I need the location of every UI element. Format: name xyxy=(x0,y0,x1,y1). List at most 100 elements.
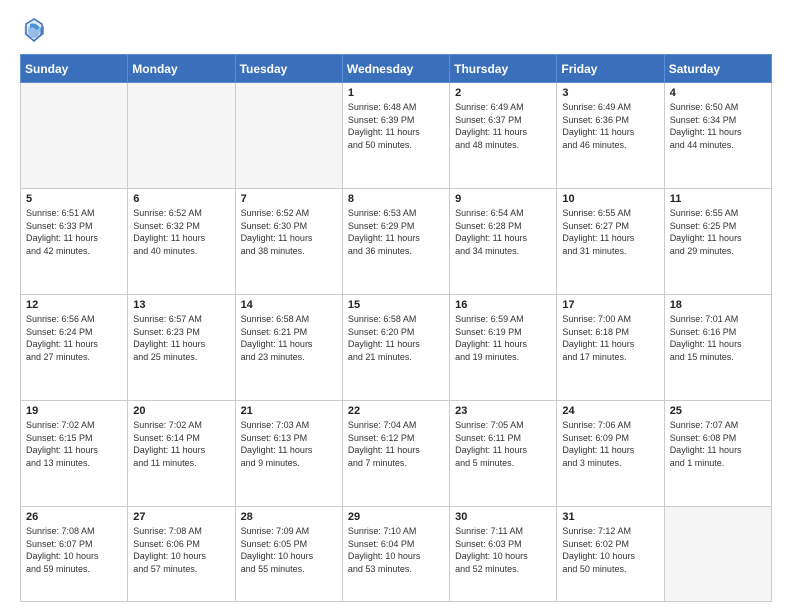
day-number: 10 xyxy=(562,193,658,205)
day-number: 26 xyxy=(26,511,122,523)
day-number: 16 xyxy=(455,299,551,311)
day-number: 17 xyxy=(562,299,658,311)
day-number: 5 xyxy=(26,193,122,205)
calendar-cell: 15 Sunrise: 6:58 AMSunset: 6:20 PMDayligh… xyxy=(342,295,449,401)
calendar-cell: 4 Sunrise: 6:50 AMSunset: 6:34 PMDaylight… xyxy=(664,83,771,189)
calendar-cell: 26 Sunrise: 7:08 AMSunset: 6:07 PMDayligh… xyxy=(21,507,128,602)
day-info: Sunrise: 6:48 AMSunset: 6:39 PMDaylight:… xyxy=(348,101,444,151)
weekday-header-wednesday: Wednesday xyxy=(342,55,449,83)
day-number: 15 xyxy=(348,299,444,311)
weekday-header-thursday: Thursday xyxy=(450,55,557,83)
calendar-cell: 27 Sunrise: 7:08 AMSunset: 6:06 PMDayligh… xyxy=(128,507,235,602)
calendar-cell: 7 Sunrise: 6:52 AMSunset: 6:30 PMDaylight… xyxy=(235,189,342,295)
day-number: 7 xyxy=(241,193,337,205)
day-info: Sunrise: 6:50 AMSunset: 6:34 PMDaylight:… xyxy=(670,101,766,151)
weekday-header-sunday: Sunday xyxy=(21,55,128,83)
logo-icon xyxy=(20,16,48,44)
logo xyxy=(20,16,52,44)
calendar-cell: 9 Sunrise: 6:54 AMSunset: 6:28 PMDaylight… xyxy=(450,189,557,295)
week-row-4: 19 Sunrise: 7:02 AMSunset: 6:15 PMDayligh… xyxy=(21,401,772,507)
day-number: 3 xyxy=(562,87,658,99)
calendar-cell: 16 Sunrise: 6:59 AMSunset: 6:19 PMDayligh… xyxy=(450,295,557,401)
day-number: 6 xyxy=(133,193,229,205)
calendar-cell xyxy=(21,83,128,189)
day-info: Sunrise: 6:58 AMSunset: 6:20 PMDaylight:… xyxy=(348,313,444,363)
calendar-cell: 5 Sunrise: 6:51 AMSunset: 6:33 PMDaylight… xyxy=(21,189,128,295)
day-info: Sunrise: 7:07 AMSunset: 6:08 PMDaylight:… xyxy=(670,419,766,469)
day-info: Sunrise: 7:02 AMSunset: 6:14 PMDaylight:… xyxy=(133,419,229,469)
day-number: 28 xyxy=(241,511,337,523)
day-number: 24 xyxy=(562,405,658,417)
header xyxy=(20,16,772,44)
day-number: 12 xyxy=(26,299,122,311)
calendar-cell xyxy=(664,507,771,602)
calendar-cell: 25Sunrise: 7:07 AMSunset: 6:08 PMDayligh… xyxy=(664,401,771,507)
day-number: 19 xyxy=(26,405,122,417)
day-number: 11 xyxy=(670,193,766,205)
day-info: Sunrise: 6:49 AMSunset: 6:36 PMDaylight:… xyxy=(562,101,658,151)
calendar-cell: 2Sunrise: 6:49 AMSunset: 6:37 PMDaylight… xyxy=(450,83,557,189)
calendar-cell: 28Sunrise: 7:09 AMSunset: 6:05 PMDayligh… xyxy=(235,507,342,602)
day-number: 18 xyxy=(670,299,766,311)
calendar-cell: 19 Sunrise: 7:02 AMSunset: 6:15 PMDayligh… xyxy=(21,401,128,507)
day-info: Sunrise: 7:04 AMSunset: 6:12 PMDaylight:… xyxy=(348,419,444,469)
day-number: 23 xyxy=(455,405,551,417)
day-number: 8 xyxy=(348,193,444,205)
calendar-cell: 23 Sunrise: 7:05 AMSunset: 6:11 PMDayligh… xyxy=(450,401,557,507)
day-number: 1 xyxy=(348,87,444,99)
day-info: Sunrise: 7:08 AMSunset: 6:06 PMDaylight:… xyxy=(133,525,229,575)
calendar: SundayMondayTuesdayWednesdayThursdayFrid… xyxy=(20,54,772,602)
day-info: Sunrise: 7:03 AMSunset: 6:13 PMDaylight:… xyxy=(241,419,337,469)
day-info: Sunrise: 6:59 AMSunset: 6:19 PMDaylight:… xyxy=(455,313,551,363)
calendar-cell: 17 Sunrise: 7:00 AMSunset: 6:18 PMDayligh… xyxy=(557,295,664,401)
calendar-cell: 18 Sunrise: 7:01 AMSunset: 6:16 PMDayligh… xyxy=(664,295,771,401)
calendar-cell: 13Sunrise: 6:57 AMSunset: 6:23 PMDayligh… xyxy=(128,295,235,401)
day-info: Sunrise: 6:56 AMSunset: 6:24 PMDaylight:… xyxy=(26,313,122,363)
day-number: 13 xyxy=(133,299,229,311)
day-number: 4 xyxy=(670,87,766,99)
day-info: Sunrise: 6:52 AMSunset: 6:30 PMDaylight:… xyxy=(241,207,337,257)
day-number: 22 xyxy=(348,405,444,417)
week-row-1: 1 Sunrise: 6:48 AMSunset: 6:39 PMDaylight… xyxy=(21,83,772,189)
day-info: Sunrise: 7:00 AMSunset: 6:18 PMDaylight:… xyxy=(562,313,658,363)
calendar-cell: 6 Sunrise: 6:52 AMSunset: 6:32 PMDaylight… xyxy=(128,189,235,295)
weekday-header-friday: Friday xyxy=(557,55,664,83)
calendar-cell: 1 Sunrise: 6:48 AMSunset: 6:39 PMDaylight… xyxy=(342,83,449,189)
day-info: Sunrise: 7:01 AMSunset: 6:16 PMDaylight:… xyxy=(670,313,766,363)
day-info: Sunrise: 6:54 AMSunset: 6:28 PMDaylight:… xyxy=(455,207,551,257)
day-info: Sunrise: 7:02 AMSunset: 6:15 PMDaylight:… xyxy=(26,419,122,469)
page: SundayMondayTuesdayWednesdayThursdayFrid… xyxy=(0,0,792,612)
week-row-3: 12 Sunrise: 6:56 AMSunset: 6:24 PMDayligh… xyxy=(21,295,772,401)
day-number: 31 xyxy=(562,511,658,523)
day-info: Sunrise: 6:55 AMSunset: 6:27 PMDaylight:… xyxy=(562,207,658,257)
day-info: Sunrise: 6:55 AMSunset: 6:25 PMDaylight:… xyxy=(670,207,766,257)
day-info: Sunrise: 6:52 AMSunset: 6:32 PMDaylight:… xyxy=(133,207,229,257)
day-number: 14 xyxy=(241,299,337,311)
day-number: 27 xyxy=(133,511,229,523)
day-info: Sunrise: 6:53 AMSunset: 6:29 PMDaylight:… xyxy=(348,207,444,257)
day-info: Sunrise: 6:51 AMSunset: 6:33 PMDaylight:… xyxy=(26,207,122,257)
calendar-cell: 30Sunrise: 7:11 AMSunset: 6:03 PMDayligh… xyxy=(450,507,557,602)
calendar-cell: 14 Sunrise: 6:58 AMSunset: 6:21 PMDayligh… xyxy=(235,295,342,401)
calendar-cell: 20 Sunrise: 7:02 AMSunset: 6:14 PMDayligh… xyxy=(128,401,235,507)
weekday-header-saturday: Saturday xyxy=(664,55,771,83)
day-number: 29 xyxy=(348,511,444,523)
day-info: Sunrise: 6:58 AMSunset: 6:21 PMDaylight:… xyxy=(241,313,337,363)
week-row-2: 5 Sunrise: 6:51 AMSunset: 6:33 PMDaylight… xyxy=(21,189,772,295)
weekday-header-monday: Monday xyxy=(128,55,235,83)
calendar-cell: 11 Sunrise: 6:55 AMSunset: 6:25 PMDayligh… xyxy=(664,189,771,295)
calendar-cell: 24 Sunrise: 7:06 AMSunset: 6:09 PMDayligh… xyxy=(557,401,664,507)
calendar-cell: 8 Sunrise: 6:53 AMSunset: 6:29 PMDaylight… xyxy=(342,189,449,295)
day-number: 20 xyxy=(133,405,229,417)
day-info: Sunrise: 7:12 AMSunset: 6:02 PMDaylight:… xyxy=(562,525,658,575)
week-row-5: 26 Sunrise: 7:08 AMSunset: 6:07 PMDayligh… xyxy=(21,507,772,602)
weekday-header-row: SundayMondayTuesdayWednesdayThursdayFrid… xyxy=(21,55,772,83)
day-info: Sunrise: 7:08 AMSunset: 6:07 PMDaylight:… xyxy=(26,525,122,575)
calendar-cell xyxy=(128,83,235,189)
day-number: 9 xyxy=(455,193,551,205)
calendar-cell: 31 Sunrise: 7:12 AMSunset: 6:02 PMDayligh… xyxy=(557,507,664,602)
calendar-cell: 22 Sunrise: 7:04 AMSunset: 6:12 PMDayligh… xyxy=(342,401,449,507)
day-info: Sunrise: 7:05 AMSunset: 6:11 PMDaylight:… xyxy=(455,419,551,469)
calendar-cell: 3 Sunrise: 6:49 AMSunset: 6:36 PMDaylight… xyxy=(557,83,664,189)
day-info: Sunrise: 7:06 AMSunset: 6:09 PMDaylight:… xyxy=(562,419,658,469)
